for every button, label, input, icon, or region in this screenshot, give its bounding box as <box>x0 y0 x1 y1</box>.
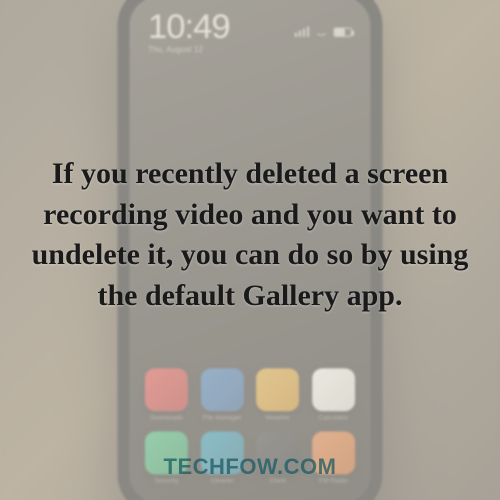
image-root: 10:49 Thu, August 12 Downloads File Mana… <box>0 0 500 500</box>
main-text: If you recently deleted a screen recordi… <box>30 154 470 316</box>
text-overlay: If you recently deleted a screen recordi… <box>0 0 500 500</box>
site-watermark: TECHFOW.COM <box>164 454 337 480</box>
